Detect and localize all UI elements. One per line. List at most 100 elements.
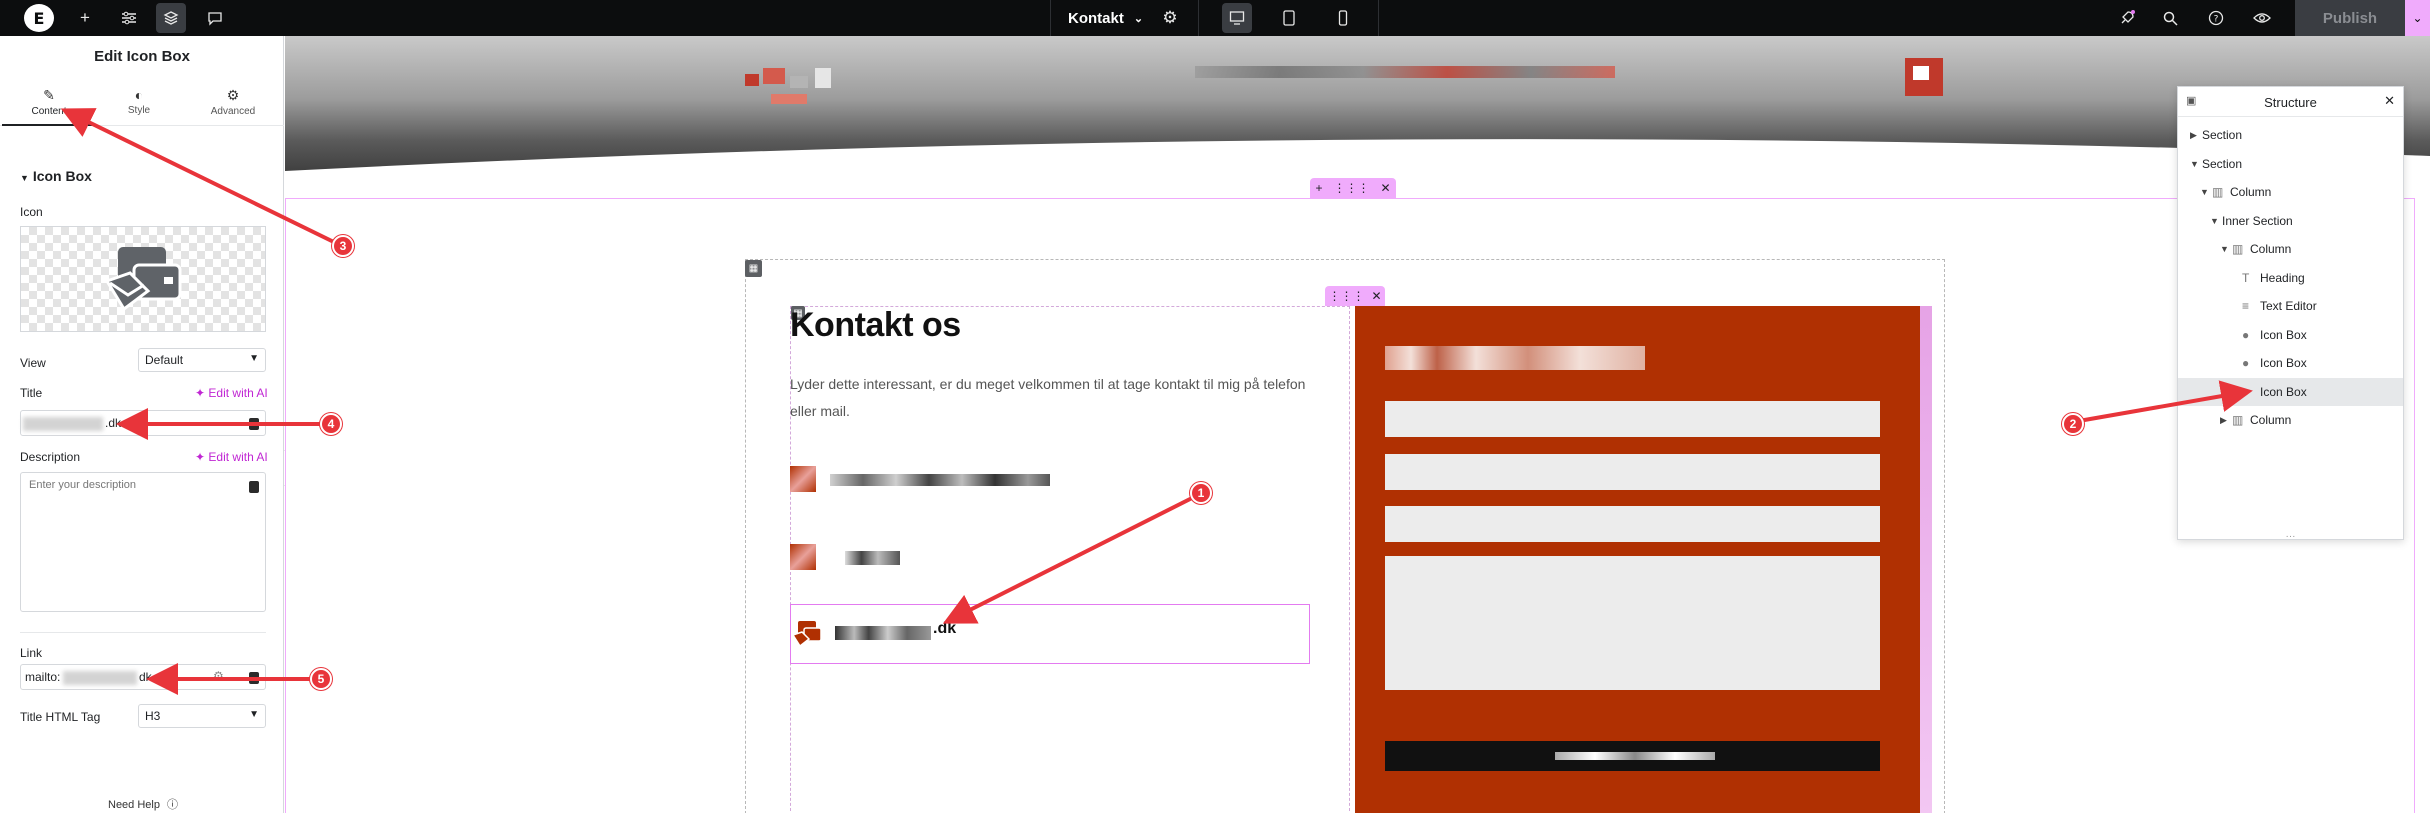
tab-content-label: Content <box>31 106 67 117</box>
tab-style[interactable]: ◐ Style <box>92 84 186 126</box>
structure-layers-icon[interactable] <box>156 3 186 33</box>
dynamic-tags-icon[interactable] <box>249 418 259 430</box>
caret-right-icon[interactable]: ▶ <box>2220 415 2232 426</box>
contact-body-text[interactable]: Lyder dette interessant, er du meget vel… <box>790 371 1310 425</box>
dynamic-tags-icon[interactable] <box>249 672 259 684</box>
redacted-text <box>845 551 900 565</box>
caret-down-icon[interactable]: ▼ <box>2220 244 2232 254</box>
ai-sparkle-icon: ✦ <box>195 450 206 464</box>
edit-panel: Edit Icon Box ✎ Content ◐ Style ⚙ Advanc… <box>0 36 284 813</box>
structure-item[interactable]: T Heading <box>2178 264 2403 292</box>
contact-heading[interactable]: Kontakt os <box>790 306 961 345</box>
caret-down-icon[interactable]: ▼ <box>2210 216 2222 226</box>
notifications-rocket-icon[interactable] <box>2112 0 2142 36</box>
redacted-button-text <box>1555 752 1715 760</box>
structure-item[interactable]: ▶ Section <box>2178 121 2403 149</box>
tablet-view-icon[interactable] <box>1274 0 1304 36</box>
delete-inner-section-icon[interactable]: ✕ <box>1371 289 1381 303</box>
html-tag-select-value: H3 <box>145 709 161 723</box>
delete-section-icon[interactable]: ✕ <box>1380 181 1390 195</box>
chevron-down-icon: ▼ <box>249 353 259 364</box>
drag-handle-icon[interactable]: ⋮⋮⋮ <box>1333 181 1369 195</box>
preview-eye-icon[interactable] <box>2247 0 2277 36</box>
redacted-pixel <box>815 68 831 88</box>
caret-down-icon[interactable]: ▼ <box>2190 159 2202 169</box>
structure-item[interactable]: ● Icon Box <box>2178 377 2403 406</box>
structure-item[interactable]: ● Icon Box <box>2178 349 2403 377</box>
structure-item-label: Column <box>2250 242 2292 256</box>
tab-advanced-label: Advanced <box>210 106 256 117</box>
mobile-view-icon[interactable] <box>1328 0 1358 36</box>
comments-icon[interactable] <box>200 0 230 36</box>
form-field-name[interactable] <box>1385 401 1880 437</box>
icon-box-icon <box>790 544 816 570</box>
need-help-link[interactable]: Need Help ⓘ <box>108 796 178 812</box>
gear-icon: ⚙ <box>226 87 240 103</box>
structure-item[interactable]: ▼ Inner Section <box>2178 207 2403 235</box>
email-suffix: .dk <box>933 620 957 637</box>
structure-item[interactable]: ▶ ▥ Column <box>2178 406 2403 434</box>
tab-advanced[interactable]: ⚙ Advanced <box>186 84 280 126</box>
publish-options-chevron-icon[interactable]: ⌄ <box>2405 0 2430 36</box>
column-resize-handle[interactable] <box>1920 306 1932 813</box>
top-bar: E + Kontakt ⌄ ⚙ ? Publish ⌄ <box>0 0 2430 36</box>
publish-button[interactable]: Publish <box>2295 0 2405 36</box>
icon-picker[interactable] <box>20 226 266 332</box>
page-settings-gear-icon[interactable]: ⚙ <box>1155 0 1185 36</box>
link-input[interactable]: mailto: dk ⚙ <box>20 664 266 690</box>
icon-box-section-toggle[interactable]: ▼ Icon Box <box>20 168 92 184</box>
close-icon[interactable]: ✕ <box>2384 93 2395 109</box>
description-label: Description <box>20 450 81 464</box>
title-edit-with-ai-link[interactable]: ✦ Edit with AI <box>195 386 268 400</box>
structure-item-label: Column <box>2230 185 2272 199</box>
form-field-email[interactable] <box>1385 454 1880 490</box>
dynamic-tags-icon[interactable] <box>249 481 259 493</box>
redacted-text <box>23 417 103 431</box>
add-element-icon[interactable]: + <box>70 0 100 36</box>
description-edit-with-ai-label: Edit with AI <box>208 450 268 464</box>
envelope-cards-icon <box>791 619 822 649</box>
html-tag-select[interactable]: H3 ▼ <box>138 704 266 728</box>
redacted-form-heading <box>1385 346 1645 370</box>
redacted-pixel <box>771 94 807 104</box>
svg-text:?: ? <box>2214 15 2219 25</box>
form-field-phone[interactable] <box>1385 506 1880 542</box>
view-select[interactable]: Default ▼ <box>138 348 266 372</box>
structure-item[interactable]: ▼ Section <box>2178 150 2403 178</box>
caret-down-icon: ▼ <box>20 173 29 183</box>
structure-title: Structure <box>2264 95 2317 110</box>
divider <box>20 632 266 633</box>
resize-dots-icon[interactable]: ··· <box>2178 532 2403 542</box>
structure-item[interactable]: ● Icon Box <box>2178 321 2403 349</box>
elementor-logo-icon[interactable]: E <box>24 4 54 32</box>
help-icon[interactable]: ? <box>2201 0 2231 36</box>
link-input-prefix: mailto: <box>25 670 61 684</box>
site-settings-icon[interactable] <box>114 0 144 36</box>
caret-down-icon[interactable]: ▼ <box>2200 187 2212 197</box>
panel-tabs: ✎ Content ◐ Style ⚙ Advanced <box>0 84 284 126</box>
structure-item[interactable]: ▼ ▥ Column <box>2178 178 2403 206</box>
heading-icon: T <box>2242 270 2250 285</box>
tab-content[interactable]: ✎ Content <box>2 84 96 126</box>
structure-item-label: Section <box>2202 156 2243 171</box>
caret-right-icon[interactable]: ▶ <box>2190 130 2202 141</box>
search-icon[interactable] <box>2155 0 2185 36</box>
column-handle-icon[interactable]: ▦ <box>745 260 762 277</box>
add-section-icon[interactable]: + <box>1315 181 1322 195</box>
inner-section-handle[interactable]: ⋮⋮⋮ ✕ <box>1325 286 1385 306</box>
drag-handle-icon[interactable]: ⋮⋮⋮ <box>1328 289 1364 303</box>
title-input-value: .dk <box>105 416 122 430</box>
text-editor-icon: ≡ <box>2242 299 2250 313</box>
description-textarea[interactable]: Enter your description <box>20 472 266 612</box>
page-selector[interactable]: Kontakt ⌄ <box>1068 0 1143 36</box>
structure-item[interactable]: ≡ Text Editor <box>2178 292 2403 320</box>
structure-item[interactable]: ▼ ▥ Column <box>2178 235 2403 263</box>
desktop-view-icon[interactable] <box>1222 3 1252 33</box>
link-options-gear-icon[interactable]: ⚙ <box>213 669 224 683</box>
description-edit-with-ai-link[interactable]: ✦ Edit with AI <box>195 450 268 464</box>
ai-sparkle-icon: ✦ <box>195 386 206 400</box>
title-input[interactable]: .dk <box>20 410 266 436</box>
section-handle[interactable]: + ⋮⋮⋮ ✕ <box>1310 178 1396 198</box>
form-field-message[interactable] <box>1385 556 1880 690</box>
view-select-value: Default <box>145 353 184 367</box>
